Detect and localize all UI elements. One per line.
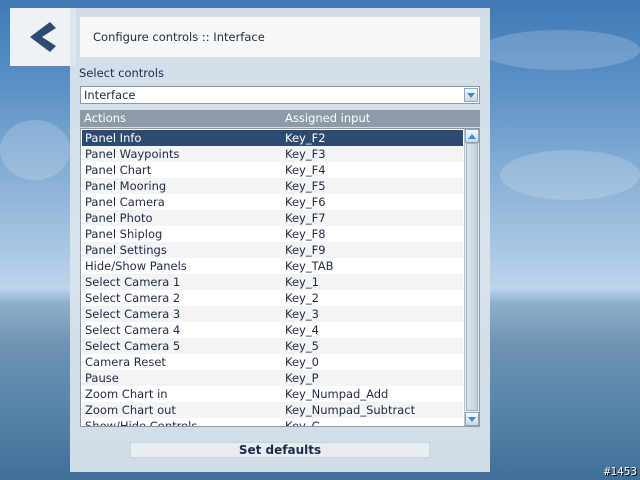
assigned-input: Key_Numpad_Subtract xyxy=(285,403,416,417)
scroll-up-button[interactable] xyxy=(465,129,479,143)
assigned-input: Key_F6 xyxy=(285,195,326,209)
action-name: Pause xyxy=(85,371,119,385)
table-row[interactable]: Select Camera 5 Key_5 xyxy=(82,338,463,354)
cloud xyxy=(500,150,640,200)
scroll-down-button[interactable] xyxy=(465,412,479,426)
page-title-text: Configure controls :: Interface xyxy=(93,30,265,44)
table-row[interactable]: Panel Waypoints Key_F3 xyxy=(82,146,463,162)
table-row[interactable]: Panel Photo Key_F7 xyxy=(82,210,463,226)
assigned-input: Key_C xyxy=(285,419,320,427)
assigned-input: Key_TAB xyxy=(285,259,334,273)
chevron-down-icon xyxy=(468,416,476,422)
action-name: Panel Info xyxy=(85,131,142,145)
action-name: Panel Photo xyxy=(85,211,153,225)
action-name: Panel Shiplog xyxy=(85,227,163,241)
action-name: Select Camera 3 xyxy=(85,307,181,321)
table-row[interactable]: Panel Shiplog Key_F8 xyxy=(82,226,463,242)
column-header-actions: Actions xyxy=(84,111,127,125)
assigned-input: Key_F5 xyxy=(285,179,326,193)
assigned-input: Key_F2 xyxy=(285,131,326,145)
frame-counter: #1453 xyxy=(603,465,637,478)
assigned-input: Key_5 xyxy=(285,339,319,353)
action-name: Panel Chart xyxy=(85,163,152,177)
table-row[interactable]: Zoom Chart out Key_Numpad_Subtract xyxy=(82,402,463,418)
table-row[interactable]: Select Camera 1 Key_1 xyxy=(82,274,463,290)
assigned-input: Key_4 xyxy=(285,323,319,337)
chevron-down-icon xyxy=(467,92,475,98)
dropdown-arrow-button[interactable] xyxy=(464,88,478,102)
controls-list-rows: Panel Info Key_F2 Panel Waypoints Key_F3 Pan… xyxy=(82,130,463,427)
action-name: Panel Settings xyxy=(85,243,167,257)
assigned-input: Key_F3 xyxy=(285,147,326,161)
action-name: Select Camera 5 xyxy=(85,339,181,353)
table-row[interactable]: Panel Settings Key_F9 xyxy=(82,242,463,258)
dropdown-value: Interface xyxy=(84,88,136,102)
action-name: Show/Hide Controls xyxy=(85,419,198,427)
assigned-input: Key_1 xyxy=(285,275,319,289)
table-row[interactable]: Panel Mooring Key_F5 xyxy=(82,178,463,194)
assigned-input: Key_Numpad_Add xyxy=(285,387,389,401)
assigned-input: Key_3 xyxy=(285,307,319,321)
set-defaults-button[interactable]: Set defaults xyxy=(130,442,430,458)
back-button[interactable] xyxy=(10,8,76,66)
action-name: Panel Camera xyxy=(85,195,165,209)
table-row[interactable]: Camera Reset Key_0 xyxy=(82,354,463,370)
assigned-input: Key_F9 xyxy=(285,243,326,257)
action-name: Zoom Chart in xyxy=(85,387,168,401)
action-name: Zoom Chart out xyxy=(85,403,176,417)
cloud xyxy=(480,30,640,70)
back-arrow-icon xyxy=(30,22,56,52)
action-name: Select Camera 4 xyxy=(85,323,181,337)
table-row[interactable]: Select Camera 4 Key_4 xyxy=(82,322,463,338)
action-name: Hide/Show Panels xyxy=(85,259,187,273)
controls-list[interactable]: Panel Info Key_F2 Panel Waypoints Key_F3 Pan… xyxy=(80,128,480,427)
controls-category-dropdown[interactable]: Interface xyxy=(80,86,480,104)
column-header-assigned-input: Assigned input xyxy=(285,111,371,125)
table-header: Actions Assigned input xyxy=(80,110,480,127)
assigned-input: Key_F4 xyxy=(285,163,326,177)
table-row[interactable]: Pause Key_P xyxy=(82,370,463,386)
scrollbar-thumb[interactable] xyxy=(466,143,478,411)
controls-panel: Configure controls :: Interface Select c… xyxy=(70,8,490,472)
table-row[interactable]: Panel Camera Key_F6 xyxy=(82,194,463,210)
action-name: Panel Waypoints xyxy=(85,147,180,161)
page-title: Configure controls :: Interface xyxy=(80,17,480,57)
assigned-input: Key_F8 xyxy=(285,227,326,241)
table-row[interactable]: Select Camera 2 Key_2 xyxy=(82,290,463,306)
action-name: Panel Mooring xyxy=(85,179,167,193)
chevron-up-icon xyxy=(468,133,476,139)
table-row[interactable]: Panel Chart Key_F4 xyxy=(82,162,463,178)
assigned-input: Key_2 xyxy=(285,291,319,305)
action-name: Camera Reset xyxy=(85,355,166,369)
table-row[interactable]: Select Camera 3 Key_3 xyxy=(82,306,463,322)
action-name: Select Camera 1 xyxy=(85,275,181,289)
scrollbar[interactable] xyxy=(464,129,479,426)
table-row[interactable]: Show/Hide Controls Key_C xyxy=(82,418,463,427)
table-row[interactable]: Hide/Show Panels Key_TAB xyxy=(82,258,463,274)
assigned-input: Key_F7 xyxy=(285,211,326,225)
select-controls-label: Select controls xyxy=(79,66,164,80)
assigned-input: Key_P xyxy=(285,371,319,385)
action-name: Select Camera 2 xyxy=(85,291,181,305)
assigned-input: Key_0 xyxy=(285,355,319,369)
table-row[interactable]: Panel Info Key_F2 xyxy=(82,130,463,146)
table-row[interactable]: Zoom Chart in Key_Numpad_Add xyxy=(82,386,463,402)
cloud xyxy=(0,120,70,180)
